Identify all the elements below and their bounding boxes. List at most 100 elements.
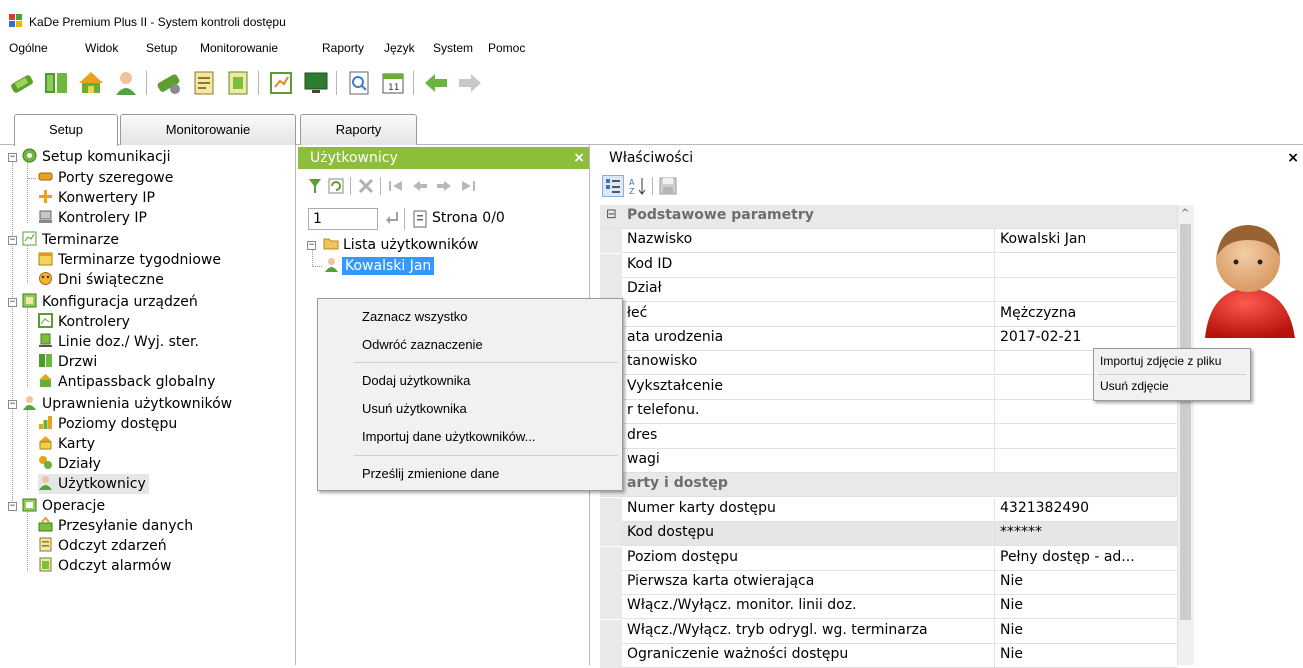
property-value[interactable]: Nie: [1000, 573, 1023, 589]
tree-kontrolery[interactable]: Kontrolery: [38, 312, 130, 332]
close-icon[interactable]: ×: [1287, 147, 1299, 169]
property-row[interactable]: Pierwsza karta otwierająca Nie: [600, 571, 1177, 595]
tree-drzwi[interactable]: Drzwi: [38, 352, 97, 372]
collapse-icon[interactable]: −: [8, 400, 17, 409]
tree-antipassback[interactable]: Antipassback globalny: [38, 372, 215, 392]
tree-porty-szeregowe[interactable]: Porty szeregowe: [28, 168, 173, 188]
property-row[interactable]: Dział: [600, 278, 1177, 303]
select-all-item[interactable]: Zaznacz wszystko: [362, 309, 467, 324]
monitor-icon[interactable]: [302, 69, 330, 97]
tree-konwertery-ip[interactable]: Konwertery IP: [38, 188, 155, 208]
back-arrow-icon[interactable]: [422, 69, 450, 97]
tree-uprawnienia[interactable]: Uprawnienia użytkowników: [22, 394, 232, 414]
property-value[interactable]: Kowalski Jan: [1000, 231, 1086, 247]
category-cards[interactable]: arty i dostęp: [600, 473, 1177, 498]
doors-icon[interactable]: [42, 69, 70, 97]
send-data-icon[interactable]: [155, 69, 183, 97]
tree-kontrolery-ip[interactable]: Kontrolery IP: [38, 208, 147, 228]
report-icon[interactable]: [267, 69, 295, 97]
menu-system[interactable]: System: [433, 41, 473, 55]
tree-przesylanie[interactable]: Przesyłanie danych: [38, 516, 193, 536]
tree-linie[interactable]: Linie doz./ Wyj. ster.: [38, 332, 199, 352]
menu-setup[interactable]: Setup: [146, 41, 177, 55]
go-to-page-icon[interactable]: [384, 210, 400, 230]
property-row[interactable]: r telefonu.: [600, 400, 1177, 425]
menu-monitorowanie[interactable]: Monitorowanie: [200, 41, 278, 55]
add-user-item[interactable]: Dodaj użytkownika: [362, 373, 470, 388]
property-value[interactable]: Nie: [1000, 646, 1023, 662]
invert-selection-item[interactable]: Odwróć zaznaczenie: [362, 337, 483, 352]
page-number-input[interactable]: 1: [308, 208, 378, 230]
tree-odczyt-zdarzen[interactable]: Odczyt zdarzeń: [38, 536, 167, 556]
user-icon[interactable]: [112, 69, 140, 97]
zones-icon[interactable]: [77, 69, 105, 97]
tree-terminarze-tygodniowe[interactable]: Terminarze tygodniowe: [38, 250, 221, 270]
collapse-icon[interactable]: −: [8, 236, 17, 245]
collapse-icon[interactable]: ⊟: [606, 207, 617, 222]
property-row[interactable]: Kod dostępu ******: [600, 522, 1177, 547]
filter-icon[interactable]: [308, 178, 322, 198]
collapse-icon[interactable]: −: [307, 241, 316, 250]
remove-photo-item[interactable]: Usuń zdjęcie: [1100, 379, 1169, 393]
tree-operacje[interactable]: Operacje: [22, 496, 105, 516]
property-row[interactable]: Nazwisko Kowalski Jan: [600, 229, 1177, 254]
property-row[interactable]: Włącz./Wyłącz. monitor. linii doz. Nie: [600, 595, 1177, 620]
collapse-icon[interactable]: −: [8, 502, 17, 511]
property-value[interactable]: Nie: [1000, 597, 1023, 613]
tree-dni-swiateczne[interactable]: Dni świąteczne: [38, 270, 164, 290]
property-row[interactable]: wagi: [600, 449, 1177, 473]
tree-konfiguracja-urzadzen[interactable]: Konfiguracja urządzeń: [22, 292, 198, 312]
refresh-icon[interactable]: [328, 178, 344, 198]
tab-raporty[interactable]: Raporty: [300, 114, 417, 145]
tab-monitorowanie[interactable]: Monitorowanie: [120, 114, 296, 145]
send-changes-item[interactable]: Prześlij zmienione dane: [362, 466, 499, 481]
collapse-icon[interactable]: −: [8, 153, 17, 162]
calendar-icon[interactable]: 11: [379, 69, 407, 97]
tree-karty[interactable]: Karty: [38, 434, 95, 454]
user-item[interactable]: Kowalski Jan: [324, 257, 435, 275]
sort-alpha-icon[interactable]: AZ: [628, 176, 648, 200]
next-page-icon[interactable]: [436, 178, 452, 198]
property-row[interactable]: Numer karty dostępu 4321382490: [600, 497, 1177, 522]
property-row[interactable]: Ograniczenie ważności dostępu Nie: [600, 644, 1177, 668]
remove-user-item[interactable]: Usuń użytkownika: [362, 401, 467, 416]
communication-icon[interactable]: [8, 69, 36, 97]
property-row[interactable]: ata urodzenia 2017-02-21: [600, 327, 1177, 351]
import-users-item[interactable]: Importuj dane użytkowników...: [362, 429, 535, 444]
menu-ogolne[interactable]: Ogólne: [9, 41, 48, 55]
property-value[interactable]: Pełny dostęp - ad...: [1000, 549, 1135, 565]
tree-poziomy-dostepu[interactable]: Poziomy dostępu: [38, 414, 177, 434]
property-value[interactable]: Nie: [1000, 622, 1023, 638]
menu-widok[interactable]: Widok: [85, 41, 118, 55]
tab-setup[interactable]: Setup: [14, 114, 118, 146]
import-photo-item[interactable]: Importuj zdjęcie z pliku: [1100, 354, 1221, 368]
preview-icon[interactable]: [345, 69, 373, 97]
first-page-icon[interactable]: [388, 178, 404, 198]
last-page-icon[interactable]: [460, 178, 476, 198]
close-icon[interactable]: ×: [573, 147, 585, 169]
forward-arrow-icon[interactable]: [456, 69, 484, 97]
prev-page-icon[interactable]: [412, 178, 428, 198]
property-row[interactable]: Vykształcenie: [600, 375, 1177, 400]
property-row[interactable]: tanowisko: [600, 351, 1177, 376]
tree-odczyt-alarmow[interactable]: Odczyt alarmów: [38, 556, 171, 576]
menu-raporty[interactable]: Raporty: [322, 41, 364, 55]
scrollbar-thumb[interactable]: [1180, 224, 1191, 620]
tree-uzytkownicy[interactable]: Użytkownicy: [38, 474, 149, 494]
category-basic[interactable]: ⊟ Podstawowe parametry: [600, 205, 1177, 229]
user-list-root[interactable]: Lista użytkowników: [323, 236, 479, 253]
property-row[interactable]: Włącz./Wyłącz. tryb odrygl. wg. terminar…: [600, 619, 1177, 644]
tree-dzialy[interactable]: Działy: [38, 454, 101, 474]
tree-setup-komunikacji[interactable]: Setup komunikacji: [22, 147, 171, 167]
property-row[interactable]: Kod ID: [600, 253, 1177, 278]
avatar[interactable]: [1200, 210, 1300, 340]
tree-terminarze[interactable]: Terminarze: [22, 230, 119, 250]
property-row[interactable]: łeć Mężczyzna: [600, 302, 1177, 327]
property-value[interactable]: 4321382490: [1000, 500, 1089, 516]
menu-pomoc[interactable]: Pomoc: [488, 41, 525, 55]
collapse-icon[interactable]: −: [8, 298, 17, 307]
property-row[interactable]: dres: [600, 424, 1177, 449]
menu-jezyk[interactable]: Język: [384, 41, 415, 55]
property-value[interactable]: Mężczyzna: [1000, 305, 1076, 321]
delete-icon[interactable]: [358, 178, 374, 198]
